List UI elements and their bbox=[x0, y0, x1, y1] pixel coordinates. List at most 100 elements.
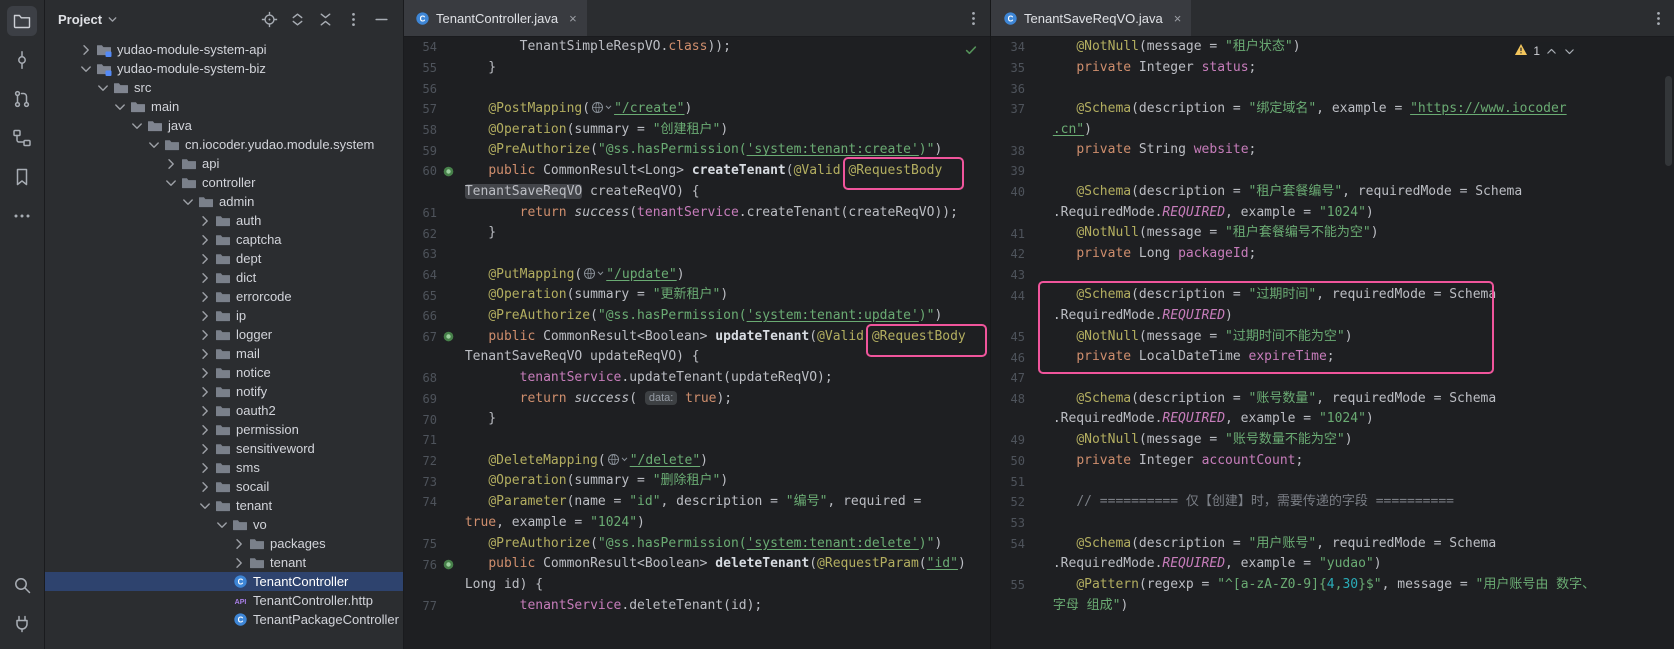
editor-gutter[interactable]: 45 bbox=[991, 328, 1045, 345]
editor-gutter[interactable]: 73 bbox=[403, 473, 457, 490]
chevron-right-icon[interactable] bbox=[196, 327, 213, 343]
code-line[interactable]: 67 public CommonResult<Boolean> updateTe… bbox=[403, 327, 990, 348]
tree-item-tenant[interactable]: tenant bbox=[44, 496, 403, 515]
tree-item-oauth2[interactable]: oauth2 bbox=[44, 401, 403, 420]
chevron-right-icon[interactable] bbox=[196, 213, 213, 229]
tree-item-socail[interactable]: socail bbox=[44, 477, 403, 496]
chevron-right-icon[interactable] bbox=[162, 156, 179, 172]
code-line[interactable]: .cn") bbox=[991, 120, 1674, 141]
tree-item-yudao-module-system-biz[interactable]: yudao-module-system-biz bbox=[44, 59, 403, 78]
editor-gutter[interactable]: 72 bbox=[403, 453, 457, 470]
editor-gutter[interactable]: 76 bbox=[403, 556, 457, 573]
editor-gutter[interactable]: 55 bbox=[403, 60, 457, 77]
endpoint-gutter-icon[interactable] bbox=[440, 163, 457, 180]
editor-gutter[interactable]: 69 bbox=[403, 391, 457, 408]
chevron-down-icon[interactable] bbox=[77, 61, 94, 77]
code-line[interactable]: 39 bbox=[991, 161, 1674, 182]
editor-gutter[interactable]: 44 bbox=[991, 287, 1045, 304]
code-line[interactable]: 56 bbox=[403, 78, 990, 99]
editor-gutter[interactable] bbox=[403, 577, 457, 594]
collapse-all-icon[interactable] bbox=[315, 9, 335, 29]
code-line[interactable]: .RequiredMode.REQUIRED, example = "yudao… bbox=[991, 554, 1674, 575]
chevron-right-icon[interactable] bbox=[77, 42, 94, 58]
code-line[interactable]: 49 @NotNull(message = "账号数量不能为空") bbox=[991, 430, 1674, 451]
editor-gutter[interactable]: 38 bbox=[991, 142, 1045, 159]
more-tools-icon[interactable] bbox=[7, 201, 37, 231]
editor-gutter[interactable]: 37 bbox=[991, 101, 1045, 118]
tree-item-yudao-module-system-api[interactable]: yudao-module-system-api bbox=[44, 40, 403, 59]
editor-gutter[interactable]: 54 bbox=[403, 39, 457, 56]
services-icon[interactable] bbox=[7, 609, 37, 639]
editor-gutter[interactable]: 48 bbox=[991, 391, 1045, 408]
editor-gutter[interactable]: 36 bbox=[991, 80, 1045, 97]
code-line[interactable]: TenantSaveReqVO updateReqVO) { bbox=[403, 347, 990, 368]
chevron-right-icon[interactable] bbox=[196, 346, 213, 362]
code-line[interactable]: 35 private Integer status; bbox=[991, 58, 1674, 79]
tree-item-dict[interactable]: dict bbox=[44, 268, 403, 287]
endpoint-gutter-icon[interactable] bbox=[440, 328, 457, 345]
code-line[interactable]: 42 private Long packageId; bbox=[991, 244, 1674, 265]
editor-surface[interactable]: 54 TenantSimpleRespVO.class));55 }5657 @… bbox=[403, 36, 990, 649]
close-tab-icon[interactable]: × bbox=[1174, 12, 1182, 25]
editor-gutter[interactable] bbox=[991, 597, 1045, 614]
chevron-right-icon[interactable] bbox=[196, 251, 213, 267]
editor-gutter[interactable]: 75 bbox=[403, 535, 457, 552]
editor-gutter[interactable]: 63 bbox=[403, 246, 457, 263]
chevron-right-icon[interactable] bbox=[196, 422, 213, 438]
code-line[interactable]: .RequiredMode.REQUIRED, example = "1024"… bbox=[991, 203, 1674, 224]
code-line[interactable]: 58 @Operation(summary = "创建租户") bbox=[403, 120, 990, 141]
code-line[interactable]: 64 @PutMapping("/update") bbox=[403, 265, 990, 286]
scrollbar-thumb[interactable] bbox=[1665, 76, 1672, 166]
code-line[interactable]: .RequiredMode.REQUIRED, example = "1024"… bbox=[991, 409, 1674, 430]
tree-item-dept[interactable]: dept bbox=[44, 249, 403, 268]
editor-gutter[interactable]: 35 bbox=[991, 60, 1045, 77]
tree-item-TenantController.http[interactable]: APITenantController.http bbox=[44, 591, 403, 610]
chevron-right-icon[interactable] bbox=[196, 308, 213, 324]
tree-item-notify[interactable]: notify bbox=[44, 382, 403, 401]
tree-item-captcha[interactable]: captcha bbox=[44, 230, 403, 249]
chevron-right-icon[interactable] bbox=[196, 403, 213, 419]
editor-gutter[interactable]: 74 bbox=[403, 494, 457, 511]
close-tab-icon[interactable]: × bbox=[569, 12, 577, 25]
bookmarks-icon[interactable] bbox=[7, 162, 37, 192]
editor-gutter[interactable] bbox=[991, 308, 1045, 325]
editor-gutter[interactable] bbox=[991, 556, 1045, 573]
expand-all-icon[interactable] bbox=[287, 9, 307, 29]
editor-gutter[interactable]: 43 bbox=[991, 266, 1045, 283]
editor-gutter[interactable]: 60 bbox=[403, 163, 457, 180]
code-line[interactable]: 字母 组成") bbox=[991, 596, 1674, 617]
tree-item-api[interactable]: api bbox=[44, 154, 403, 173]
code-line[interactable]: 37 @Schema(description = "绑定域名", example… bbox=[991, 99, 1674, 120]
editor-surface[interactable]: 34 @NotNull(message = "租户状态")35 private … bbox=[991, 36, 1674, 649]
editor-gutter[interactable]: 41 bbox=[991, 225, 1045, 242]
code-line[interactable]: 61 return success(tenantService.createTe… bbox=[403, 203, 990, 224]
chevron-right-icon[interactable] bbox=[196, 289, 213, 305]
tree-item-errorcode[interactable]: errorcode bbox=[44, 287, 403, 306]
editor-gutter[interactable]: 47 bbox=[991, 370, 1045, 387]
code-line[interactable]: 66 @PreAuthorize("@ss.hasPermission('sys… bbox=[403, 306, 990, 327]
code-line[interactable]: 75 @PreAuthorize("@ss.hasPermission('sys… bbox=[403, 534, 990, 555]
code-line[interactable]: 44 @Schema(description = "过期时间", require… bbox=[991, 285, 1674, 306]
chevron-down-icon[interactable] bbox=[162, 175, 179, 191]
tree-item-controller[interactable]: controller bbox=[44, 173, 403, 192]
previous-problem-icon[interactable] bbox=[1545, 45, 1558, 58]
endpoint-globe-icon[interactable] bbox=[583, 267, 604, 280]
code-line[interactable]: 62 } bbox=[403, 223, 990, 244]
options-icon[interactable] bbox=[343, 9, 363, 29]
tree-item-ip[interactable]: ip bbox=[44, 306, 403, 325]
editor-gutter[interactable]: 40 bbox=[991, 184, 1045, 201]
code-line[interactable]: 54 TenantSimpleRespVO.class)); bbox=[403, 37, 990, 58]
tree-item-vo[interactable]: vo bbox=[44, 515, 403, 534]
endpoint-globe-icon[interactable] bbox=[591, 101, 612, 114]
project-title-chevron[interactable] bbox=[106, 13, 119, 26]
chevron-right-icon[interactable] bbox=[196, 232, 213, 248]
editor-gutter[interactable]: 55 bbox=[991, 577, 1045, 594]
editor-gutter[interactable]: 46 bbox=[991, 349, 1045, 366]
locate-icon[interactable] bbox=[259, 9, 279, 29]
code-line[interactable]: 65 @Operation(summary = "更新租户") bbox=[403, 285, 990, 306]
editor-gutter[interactable] bbox=[403, 184, 457, 201]
editor-gutter[interactable]: 57 bbox=[403, 101, 457, 118]
editor-gutter[interactable]: 64 bbox=[403, 266, 457, 283]
tree-item-packages[interactable]: packages bbox=[44, 534, 403, 553]
tree-item-src[interactable]: src bbox=[44, 78, 403, 97]
